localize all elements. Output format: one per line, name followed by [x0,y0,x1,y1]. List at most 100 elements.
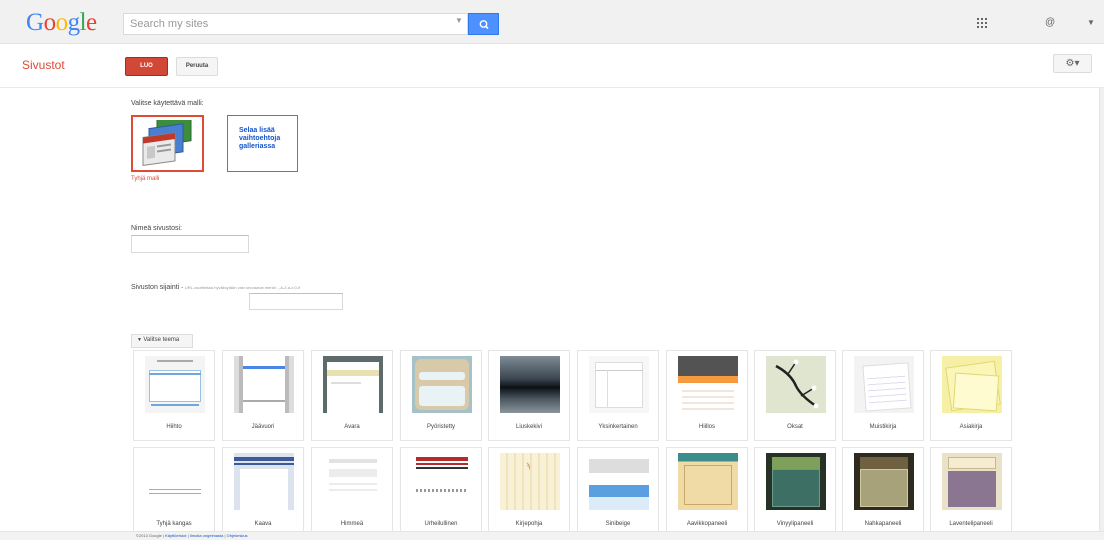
template-prompt: Valitse käytettävä malli: [131,100,204,107]
footer-link-report[interactable]: Ilmoita ongelmasta [190,533,224,538]
theme-tile-jaavuori[interactable]: Jäävuori [222,350,304,441]
search-input[interactable]: Search my sites [123,13,468,35]
theme-tile-oksat[interactable]: Oksat [754,350,836,441]
blank-template-caption: Tyhjä malli [131,176,160,182]
theme-name: Aavikkopaneeli [686,521,728,527]
browse-gallery-link[interactable]: Selaa lisää vaihtoehtoja galleriassa [227,115,298,172]
theme-thumbnail [234,453,294,510]
theme-tile-aavikkopaneeli[interactable]: Aavikkopaneeli [666,447,748,538]
theme-name: Pyöristetty [426,424,455,430]
magnifier-icon [479,20,489,30]
apps-grid-icon[interactable] [977,18,987,28]
theme-thumbnail [678,453,738,510]
theme-tile-avara[interactable]: Avara [311,350,393,441]
theme-thumbnail [412,356,472,413]
blank-template-icon [142,120,192,167]
theme-thumbnail [854,453,914,510]
theme-section-toggle[interactable]: ▼ Valitse teema [131,334,193,348]
theme-tile-urheilullinen[interactable]: Urheilullinen [400,447,482,538]
decoration-glyph: ϡ [526,463,531,470]
blank-template-option[interactable] [131,115,204,172]
theme-thumbnail [323,356,383,413]
branch-illustration [775,359,819,409]
theme-name: Himmeä [340,521,364,527]
theme-name: Urheilullinen [424,521,458,527]
settings-button[interactable]: ⚙▾ [1053,54,1092,73]
theme-tile-kirjepohja[interactable]: ϡ Kirjepohja [488,447,570,538]
theme-name: Yksinkertainen [598,424,638,430]
create-button[interactable]: LUO [125,57,168,76]
theme-name: Oksat [787,424,803,430]
footer: ©2013 Google | Käyttöehdot | Ilmoita ong… [0,531,1104,540]
action-bar: Sivustot LUO Peruuta ⚙▾ [0,44,1104,88]
theme-thumbnail [589,453,649,510]
theme-thumbnail [323,453,383,510]
logo-letter: e [86,9,97,36]
theme-tile-laventelipaneeli[interactable]: Laventelipaneeli [930,447,1012,538]
cancel-button[interactable]: Peruuta [176,57,218,76]
theme-name: Vinyylipaneeli [776,521,814,527]
gear-icon: ⚙▾ [1065,58,1080,69]
theme-thumbnail [234,356,294,413]
footer-text: ©2013 Google | Käyttöehdot | Ilmoita ong… [136,533,248,538]
account-caret-icon[interactable]: ▼ [1087,18,1095,27]
theme-name: Kaava [254,521,272,527]
theme-name: Avara [344,424,360,430]
theme-name: Hiillos [698,424,715,430]
top-bar: Google Search my sites ▼ @ ▼ [0,0,1104,44]
section-title: Sivustot [22,58,65,72]
site-location-label-text: Sivuston sijainti [131,284,180,291]
google-logo[interactable]: Google [26,9,97,37]
theme-name: Muistikirja [869,424,897,430]
theme-tile-liuskekivi[interactable]: Liuskekivi [488,350,570,441]
logo-letter: o [55,9,69,36]
theme-tile-yksinkertainen[interactable]: Yksinkertainen [577,350,659,441]
theme-tile-himmea[interactable]: Himmeä [311,447,393,538]
theme-name: Nahkapaneeli [864,521,902,527]
theme-toggle-label: Valitse teema [143,337,180,343]
theme-name: Sinibeige [605,521,631,527]
theme-name: Kirjepohja [515,521,543,527]
theme-tile-hiihto[interactable]: Hiihto [133,350,215,441]
page-scrollbar[interactable] [1099,88,1104,540]
theme-tile-muistikirja[interactable]: Muistikirja [842,350,924,441]
theme-tile-pyoristetty[interactable]: Pyöristetty [400,350,482,441]
site-name-input[interactable] [131,235,249,253]
theme-thumbnail [766,356,826,413]
theme-tile-sinibeige[interactable]: Sinibeige [577,447,659,538]
theme-thumbnail [942,356,1002,413]
account-name[interactable]: @ [1045,17,1055,28]
theme-thumbnail [145,453,205,510]
theme-thumbnail [854,356,914,413]
theme-thumbnail: ϡ [500,453,560,510]
theme-tile-tyhja-kangas[interactable]: Tyhjä kangas [133,447,215,538]
gallery-link-text: Selaa lisää vaihtoehtoja galleriassa [239,127,281,150]
theme-thumbnail [500,356,560,413]
theme-thumbnail [678,356,738,413]
theme-name: Laventelipaneeli [949,521,993,527]
site-location-label: Sivuston sijainti - URL-osoitteissa hyvä… [131,284,301,291]
search-options-caret-icon[interactable]: ▼ [455,16,463,25]
site-location-hint: URL-osoitteissa hyväksytään vain seuraav… [184,285,301,290]
theme-name: Hiihto [166,424,182,430]
logo-letter: g [67,9,81,36]
theme-name: Jäävuori [251,424,275,430]
theme-thumbnail [145,356,205,413]
copyright: ©2013 Google [136,533,162,538]
theme-tile-hiillos[interactable]: Hiillos [666,350,748,441]
site-location-input[interactable] [249,293,343,310]
theme-tile-asiakirja[interactable]: Asiakirja [930,350,1012,441]
theme-thumbnail [766,453,826,510]
theme-tile-kaava[interactable]: Kaava [222,447,304,538]
search-button[interactable] [468,13,499,35]
logo-letter: o [43,9,57,36]
theme-tile-nahkapaneeli[interactable]: Nahkapaneeli [842,447,924,538]
logo-letter: G [26,9,44,36]
theme-thumbnail [412,453,472,510]
footer-link-help[interactable]: Ohjekeskus [227,533,248,538]
theme-name: Tyhjä kangas [156,521,192,527]
theme-tile-vinyylipaneeli[interactable]: Vinyylipaneeli [754,447,836,538]
footer-link-terms[interactable]: Käyttöehdot [165,533,186,538]
theme-thumbnail [942,453,1002,510]
theme-thumbnail [589,356,649,413]
